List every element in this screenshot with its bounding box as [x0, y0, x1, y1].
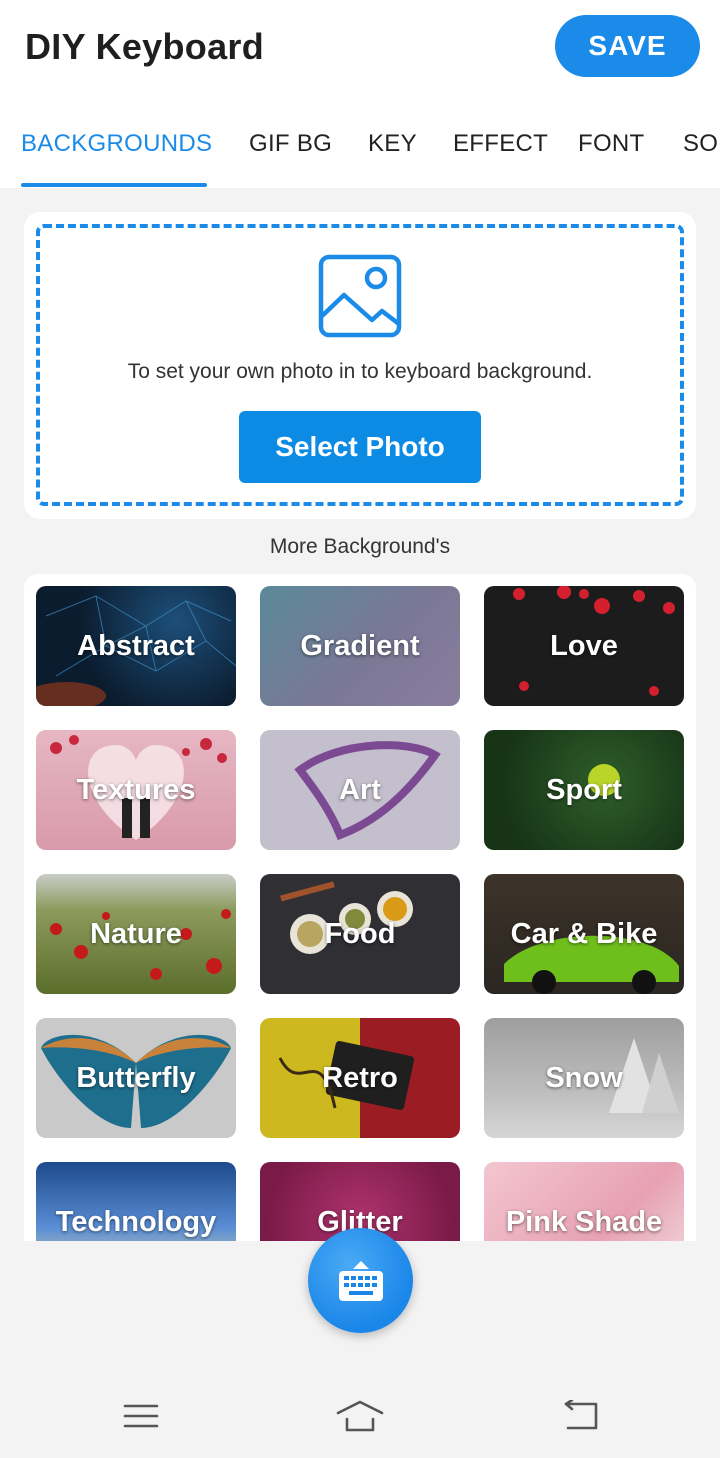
tab-font[interactable]: FONT	[578, 130, 645, 158]
category-tile-retro[interactable]: Retro	[260, 1018, 460, 1138]
category-label: Sport	[546, 773, 622, 806]
image-icon	[318, 254, 402, 338]
back-icon	[564, 1400, 598, 1430]
category-label: Pink Shade	[505, 1205, 663, 1238]
category-label: Car & Bike	[510, 917, 658, 950]
category-label: Butterfly	[76, 1061, 196, 1094]
category-label: Textures	[76, 773, 196, 806]
category-tile-butterfly[interactable]: Butterfly	[36, 1018, 236, 1138]
app-header: DIY Keyboard SAVE BACKGROUNDS GIF BG KEY…	[0, 0, 720, 188]
tab-backgrounds[interactable]: BACKGROUNDS	[21, 130, 212, 158]
tab-sound[interactable]: SOUND	[683, 130, 720, 158]
category-tile-car-bike[interactable]: Car & Bike	[484, 874, 684, 994]
category-label: Abstract	[77, 629, 195, 662]
category-tile-art[interactable]: Art	[260, 730, 460, 850]
home-icon	[336, 1400, 384, 1432]
category-tile-nature[interactable]: Nature	[36, 874, 236, 994]
tab-bar: BACKGROUNDS GIF BG KEY EFFECT FONT SOUND	[0, 120, 720, 188]
category-tile-love[interactable]: Love	[484, 586, 684, 706]
app-title: DIY Keyboard	[25, 26, 265, 67]
menu-button[interactable]	[116, 1398, 166, 1434]
category-tile-snow[interactable]: Snow	[484, 1018, 684, 1138]
tab-gif-bg[interactable]: GIF BG	[249, 130, 332, 158]
category-label: Nature	[90, 917, 182, 950]
active-tab-indicator	[21, 183, 207, 187]
tab-key[interactable]: KEY	[368, 130, 417, 158]
tab-effect[interactable]: EFFECT	[453, 130, 548, 158]
category-label: Food	[324, 917, 396, 950]
upload-card: To set your own photo in to keyboard bac…	[24, 212, 696, 519]
more-backgrounds-label: More Background's	[269, 535, 451, 558]
back-button[interactable]	[555, 1398, 605, 1434]
category-tile-gradient[interactable]: Gradient	[260, 586, 460, 706]
category-label: Snow	[545, 1061, 623, 1094]
category-label: Art	[339, 773, 381, 806]
category-tile-sport[interactable]: Sport	[484, 730, 684, 850]
category-label: Gradient	[300, 629, 420, 662]
category-tile-pink-shade[interactable]: Pink Shade	[484, 1162, 684, 1241]
home-button[interactable]	[335, 1398, 385, 1434]
upload-instructions: To set your own photo in to keyboard bac…	[127, 360, 593, 383]
category-tile-technology[interactable]: Technology	[36, 1162, 236, 1241]
category-label: Technology	[55, 1205, 217, 1238]
category-label: Love	[550, 629, 618, 662]
category-label: Retro	[322, 1061, 398, 1094]
background-category-grid: Abstract Gradient Love Textures Art Spor…	[24, 574, 696, 1241]
category-tile-abstract[interactable]: Abstract	[36, 586, 236, 706]
category-tile-food[interactable]: Food	[260, 874, 460, 994]
keyboard-fab-button[interactable]	[308, 1228, 413, 1333]
menu-icon	[123, 1404, 159, 1428]
keyboard-icon	[338, 1260, 383, 1301]
category-tile-textures[interactable]: Textures	[36, 730, 236, 850]
save-button[interactable]: SAVE	[555, 15, 700, 77]
system-navigation-bar	[0, 1380, 720, 1458]
select-photo-button[interactable]: Select Photo	[239, 411, 481, 483]
